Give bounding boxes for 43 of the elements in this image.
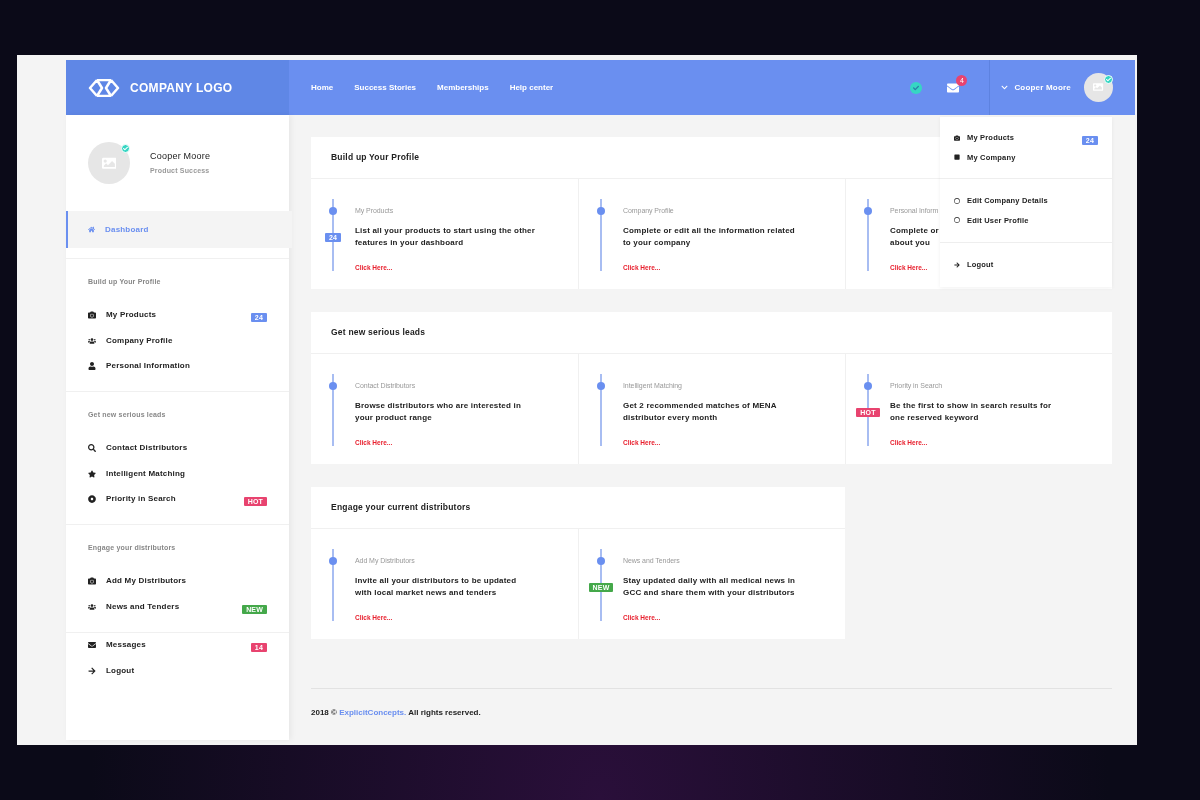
camera-icon [88,577,96,586]
sidebar-item[interactable]: Company Profile [66,328,289,354]
timeline-line [600,374,602,446]
card-description: Be the first to show in search results for one reserved keyword [890,399,1052,424]
section-title: Engage your current distributors [311,487,845,529]
card-description: Stay updated daily with all medical news in GCC and share them with your distributors [623,574,796,599]
sidebar-item[interactable]: Personal Information [66,353,289,379]
card-description: Invite all your distributors to be updated with local market news and tenders [355,574,517,599]
logout-icon [88,666,96,675]
sidebar-item[interactable]: Contact Distributors [66,435,289,461]
picture-icon [1093,82,1104,93]
card-description: Complete or edit all the information related to your company [623,224,795,249]
chevron-icon[interactable] [1001,84,1009,91]
sidebar-item[interactable]: Add My Distributors [66,568,289,594]
home-icon [88,226,95,233]
check-icon[interactable] [910,81,923,94]
users-icon [88,602,96,611]
sidebar-item[interactable]: Intelligent Matching [66,461,289,487]
timeline-line [867,199,869,271]
profile-name: Cooper Moore [150,149,211,163]
timeline-line [332,374,334,446]
envelope-icon [88,641,96,650]
logo-icon [88,78,120,97]
search-icon [88,444,96,453]
star-icon [88,469,96,478]
card-description: Browse distributors who are interested in your product range [355,399,521,424]
copyright-text: 2018 © ExplicitConcepts. All rights reserved. [311,707,482,719]
card-description: Get 2 recommended matches of MENA distributor every month [623,399,777,424]
card-description: List all your products to start using the other features in your dashboard [355,224,536,249]
timeline-line [332,549,334,621]
user-icon [88,362,96,371]
logout-icon [954,261,960,268]
timeline-line [600,199,602,271]
camera-icon [954,134,960,141]
target-icon [88,495,96,504]
users-icon [88,336,96,345]
section-title: Get new serious leads [311,312,1112,354]
logo-text: COMPANY LOGO [130,79,233,97]
sidebar-item[interactable]: Logout [66,658,289,684]
card-description: Complete or about you [890,224,939,249]
camera-icon [88,311,96,320]
picture-icon [101,155,117,171]
mail-icon[interactable] [945,81,962,94]
